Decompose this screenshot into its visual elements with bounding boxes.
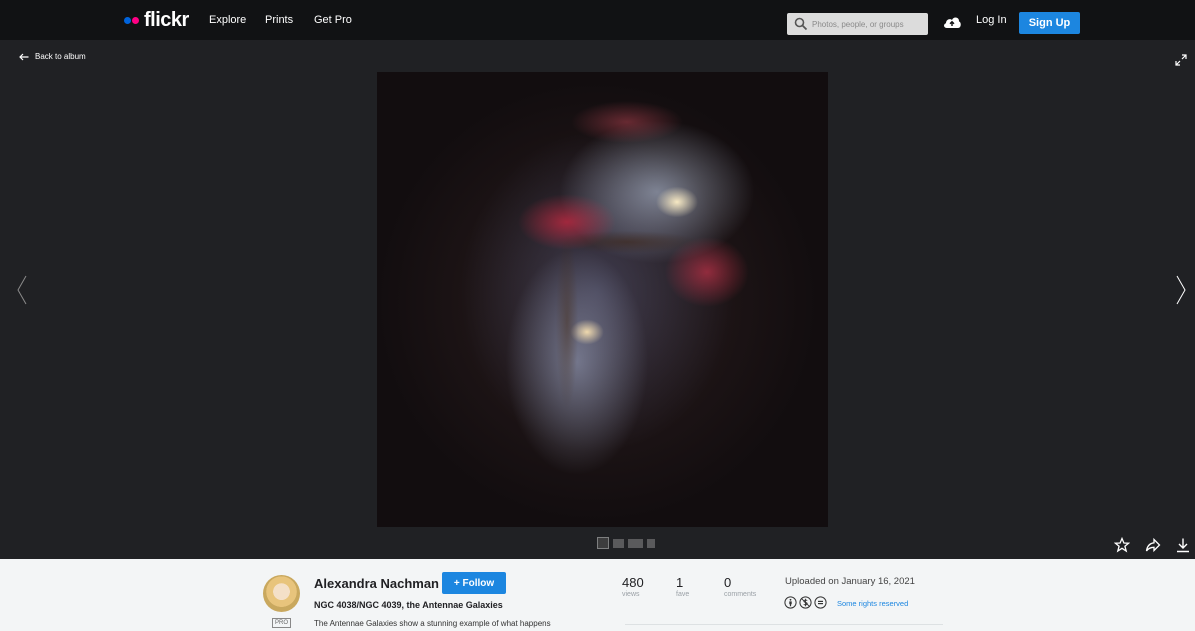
- search-input[interactable]: [812, 13, 924, 35]
- logo-dot-blue: [124, 16, 131, 24]
- nav-link-explore[interactable]: Explore: [209, 14, 246, 26]
- nav-link-get-pro[interactable]: Get Pro: [314, 14, 352, 26]
- comments-stat[interactable]: 0 comments: [724, 576, 756, 600]
- flickr-logo[interactable]: flickr: [124, 10, 189, 30]
- cc-nd-icon: [814, 596, 827, 609]
- license-icons[interactable]: [784, 596, 827, 609]
- pro-badge: PRO: [272, 618, 291, 628]
- faves-count: 1: [676, 575, 684, 590]
- faves-stat[interactable]: 1 fave: [676, 576, 689, 600]
- upload-date: Uploaded on January 16, 2021: [785, 576, 915, 587]
- views-count: 480: [622, 575, 644, 590]
- login-link[interactable]: Log In: [976, 14, 1007, 26]
- views-stat: 480 views: [622, 576, 644, 600]
- download-icon[interactable]: [1175, 537, 1191, 553]
- photo-title: NGC 4038/NGC 4039, the Antennae Galaxies: [314, 600, 503, 610]
- photo-dust-lane: [517, 172, 737, 432]
- comments-count: 0: [724, 575, 732, 590]
- follow-button[interactable]: + Follow: [442, 572, 506, 594]
- photo-stage: Back to album: [0, 40, 1195, 559]
- faves-label: fave: [676, 591, 690, 598]
- strip-thumb: [647, 538, 655, 548]
- logo-text: flickr: [144, 9, 189, 31]
- search-icon[interactable]: [794, 17, 808, 31]
- star-icon[interactable]: [1114, 537, 1130, 553]
- divider: [625, 624, 943, 625]
- main-photo[interactable]: [377, 72, 828, 527]
- comments-label: comments: [724, 591, 757, 598]
- photo-notes-strip: [597, 536, 659, 550]
- nav-link-prints[interactable]: Prints: [265, 14, 293, 26]
- prev-arrow-icon[interactable]: [17, 275, 27, 305]
- back-label: Back to album: [35, 52, 86, 61]
- photo-description: The Antennae Galaxies show a stunning ex…: [314, 619, 551, 628]
- expand-icon[interactable]: [1175, 54, 1187, 66]
- avatar[interactable]: [263, 575, 300, 612]
- back-arrow-icon: [19, 53, 29, 60]
- top-nav: flickr Explore Prints Get Pro Log In Sig…: [0, 0, 1195, 40]
- upload-cloud-icon[interactable]: [942, 15, 962, 29]
- share-icon[interactable]: [1145, 537, 1161, 553]
- strip-thumb: [597, 537, 609, 549]
- back-to-album-link[interactable]: Back to album: [19, 52, 86, 61]
- author-name[interactable]: Alexandra Nachman: [314, 576, 439, 591]
- signup-button[interactable]: Sign Up: [1019, 12, 1080, 34]
- search-box[interactable]: [787, 13, 928, 35]
- next-arrow-icon[interactable]: [1176, 275, 1186, 305]
- strip-thumb: [613, 538, 624, 548]
- views-label: views: [622, 591, 640, 598]
- cc-by-icon: [784, 596, 797, 609]
- logo-dot-pink: [132, 16, 139, 24]
- cc-nc-icon: [799, 596, 812, 609]
- photo-info-panel: PRO Alexandra Nachman + Follow NGC 4038/…: [0, 559, 1195, 631]
- rights-link[interactable]: Some rights reserved: [837, 599, 908, 608]
- strip-thumb: [628, 538, 643, 548]
